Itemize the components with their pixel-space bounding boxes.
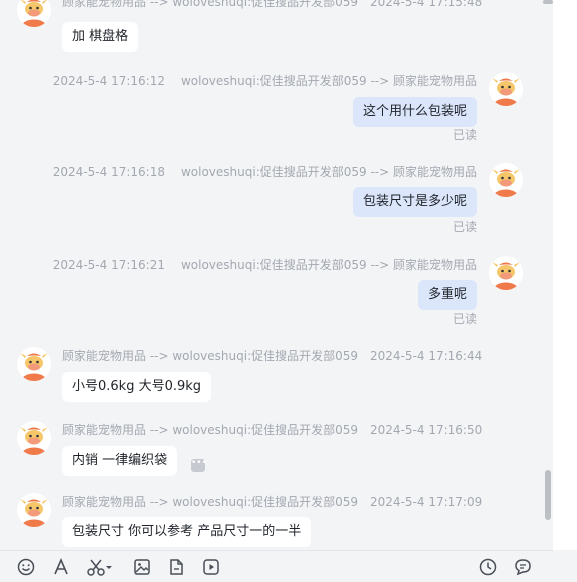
message-time: 2024-5-4 17:16:44 — [370, 349, 483, 363]
message-time: 2024-5-4 17:17:09 — [370, 495, 483, 509]
message-sender: 顾家能宠物用品 --> woloveshuqi:促佳搜品开发部059 — [62, 0, 359, 9]
message-meta: 2024-5-4 17:16:21 woloveshuqi:促佳搜品开发部059 … — [53, 256, 477, 273]
avatar[interactable] — [489, 72, 523, 106]
avatar[interactable] — [17, 0, 51, 27]
message-time: 2024-5-4 17:16:21 — [52, 258, 165, 272]
scrollbar-track[interactable] — [553, 0, 577, 550]
chat-message: 2024-5-4 17:16:21 woloveshuqi:促佳搜品开发部059 … — [0, 256, 553, 326]
read-status: 已读 — [452, 312, 477, 326]
message-meta: 顾家能宠物用品 --> woloveshuqi:促佳搜品开发部059 2024-5… — [62, 421, 482, 438]
chat-history: 顾家能宠物用品 --> woloveshuqi:促佳搜品开发部059 2024-5… — [0, 0, 553, 550]
avatar[interactable] — [489, 256, 523, 290]
history-icon[interactable] — [478, 557, 498, 577]
chat-bubble-icon[interactable] — [513, 557, 533, 577]
avatar[interactable] — [17, 347, 51, 381]
cow-avatar-icon — [489, 72, 523, 106]
cow-avatar-icon — [17, 0, 51, 27]
message-bubble[interactable]: 包装尺寸是多少呢 — [352, 187, 477, 217]
file-icon[interactable] — [166, 557, 186, 577]
chat-message: 2024-5-4 17:16:12 woloveshuqi:促佳搜品开发部059 … — [0, 72, 553, 142]
input-toolbar — [0, 550, 553, 582]
chat-message: 顾家能宠物用品 --> woloveshuqi:促佳搜品开发部059 2024-5… — [0, 421, 553, 481]
more-options-icon[interactable]: ••• — [191, 459, 207, 472]
avatar[interactable] — [17, 493, 51, 527]
message-sender: woloveshuqi:促佳搜品开发部059 --> 顾家能宠物用品 — [180, 165, 477, 179]
cow-avatar-icon — [489, 163, 523, 197]
message-meta: 顾家能宠物用品 --> woloveshuqi:促佳搜品开发部059 2024-5… — [62, 347, 482, 364]
chat-message: 顾家能宠物用品 --> woloveshuqi:促佳搜品开发部059 2024-5… — [0, 493, 553, 553]
message-bubble[interactable]: 内销 一律编织袋 — [62, 446, 178, 476]
chat-message: 2024-5-4 17:16:18 woloveshuqi:促佳搜品开发部059 … — [0, 163, 553, 234]
message-time: 2024-5-4 17:16:18 — [52, 165, 165, 179]
message-meta: 2024-5-4 17:16:12 woloveshuqi:促佳搜品开发部059 … — [53, 72, 477, 89]
read-status: 已读 — [452, 128, 477, 142]
emoji-icon[interactable] — [16, 557, 36, 577]
avatar[interactable] — [17, 421, 51, 455]
font-icon[interactable] — [51, 557, 71, 577]
message-sender: 顾家能宠物用品 --> woloveshuqi:促佳搜品开发部059 — [62, 423, 359, 437]
message-meta: 顾家能宠物用品 --> woloveshuqi:促佳搜品开发部059 2024-5… — [62, 493, 482, 510]
message-sender: 顾家能宠物用品 --> woloveshuqi:促佳搜品开发部059 — [62, 495, 359, 509]
chat-message: 顾家能宠物用品 --> woloveshuqi:促佳搜品开发部059 2024-5… — [0, 0, 553, 53]
message-sender: woloveshuqi:促佳搜品开发部059 --> 顾家能宠物用品 — [180, 74, 477, 88]
message-time: 2024-5-4 17:15:48 — [370, 0, 483, 9]
scrollbar-top-cap — [543, 0, 553, 4]
cow-avatar-icon — [17, 493, 51, 527]
message-bubble[interactable]: 这个用什么包装呢 — [352, 97, 477, 127]
scissors-icon[interactable] — [86, 557, 114, 577]
video-icon[interactable] — [201, 557, 221, 577]
scrollbar-thumb[interactable] — [545, 470, 551, 520]
message-meta: 顾家能宠物用品 --> woloveshuqi:促佳搜品开发部059 2024-5… — [62, 0, 482, 10]
message-sender: woloveshuqi:促佳搜品开发部059 --> 顾家能宠物用品 — [180, 258, 477, 272]
message-bubble[interactable]: 小号0.6kg 大号0.9kg — [62, 372, 212, 402]
message-meta: 2024-5-4 17:16:18 woloveshuqi:促佳搜品开发部059 … — [53, 163, 477, 180]
cow-avatar-icon — [489, 256, 523, 290]
message-sender: 顾家能宠物用品 --> woloveshuqi:促佳搜品开发部059 — [62, 349, 359, 363]
image-icon[interactable] — [132, 557, 152, 577]
chat-message: 顾家能宠物用品 --> woloveshuqi:促佳搜品开发部059 2024-5… — [0, 347, 553, 407]
message-bubble[interactable]: 多重呢 — [417, 280, 477, 310]
cow-avatar-icon — [17, 421, 51, 455]
cow-avatar-icon — [17, 347, 51, 381]
message-bubble[interactable]: 加 棋盘格 — [62, 22, 139, 52]
message-time: 2024-5-4 17:16:50 — [370, 423, 483, 437]
message-bubble[interactable]: 包装尺寸 你可以参考 产品尺寸一的一半 — [62, 517, 312, 547]
avatar[interactable] — [489, 163, 523, 197]
message-time: 2024-5-4 17:16:12 — [52, 74, 165, 88]
read-status: 已读 — [452, 220, 477, 234]
